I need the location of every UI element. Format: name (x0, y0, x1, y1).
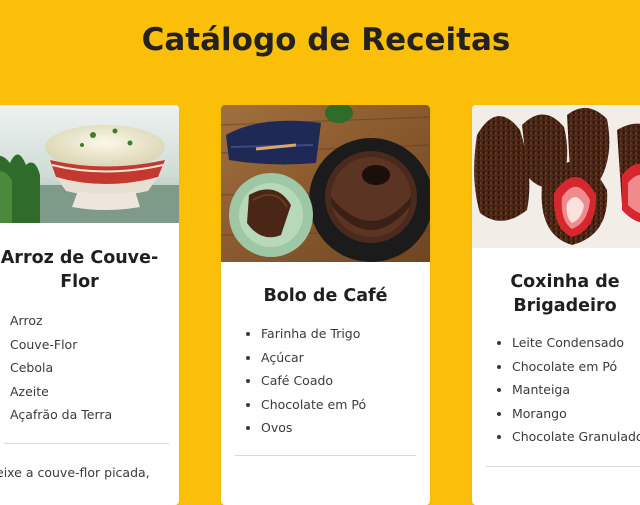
ingredient-list: Leite Condensado Chocolate em Pó Manteig… (472, 331, 640, 449)
recipe-photo-coffee-cake (221, 105, 430, 262)
ingredient-item: Açafrão da Terra (10, 403, 179, 427)
ingredient-item: Açúcar (261, 346, 430, 370)
recipe-title: Coxinha de Brigadeiro (510, 272, 620, 316)
ingredient-item: Chocolate em Pó (512, 355, 640, 379)
recipe-title: Bolo de Café (263, 286, 388, 306)
ingredient-item: Azeite (10, 380, 179, 404)
ingredient-item: Farinha de Trigo (261, 322, 430, 346)
ingredient-item: Manteiga (512, 378, 640, 402)
ingredient-item: Chocolate Granulado (512, 425, 640, 449)
ingredient-list: Arroz Couve-Flor Cebola Azeite Açafrão d… (0, 309, 179, 427)
recipe-card: Coxinha de Brigadeiro Leite Condensado C… (472, 105, 640, 505)
page-title: Catálogo de Receitas (141, 21, 511, 58)
card-divider (4, 442, 169, 444)
ingredient-item: Ovos (261, 416, 430, 440)
ingredient-item: Cebola (10, 356, 179, 380)
ingredient-item: Morango (512, 402, 640, 426)
recipe-title: Arroz de Couve-Flor (0, 248, 159, 292)
ingredient-item: Café Coado (261, 369, 430, 393)
recipe-method-text: eixe a couve-flor picada, (0, 464, 150, 480)
recipe-card: Bolo de Café Farinha de Trigo Açúcar Caf… (221, 105, 430, 505)
ingredient-item: Leite Condensado (512, 331, 640, 355)
ingredient-item: Couve-Flor (10, 333, 179, 357)
card-divider (235, 454, 416, 456)
recipe-photo-strawberry-brigadeiro (472, 105, 640, 248)
recipe-photo-cauliflower-rice (0, 105, 179, 223)
ingredient-item: Arroz (10, 309, 179, 333)
ingredient-list: Farinha de Trigo Açúcar Café Coado Choco… (221, 322, 430, 440)
card-divider (486, 465, 640, 467)
recipe-card: Arroz de Couve-Flor Arroz Couve-Flor Ceb… (0, 105, 179, 505)
ingredient-item: Chocolate em Pó (261, 393, 430, 417)
